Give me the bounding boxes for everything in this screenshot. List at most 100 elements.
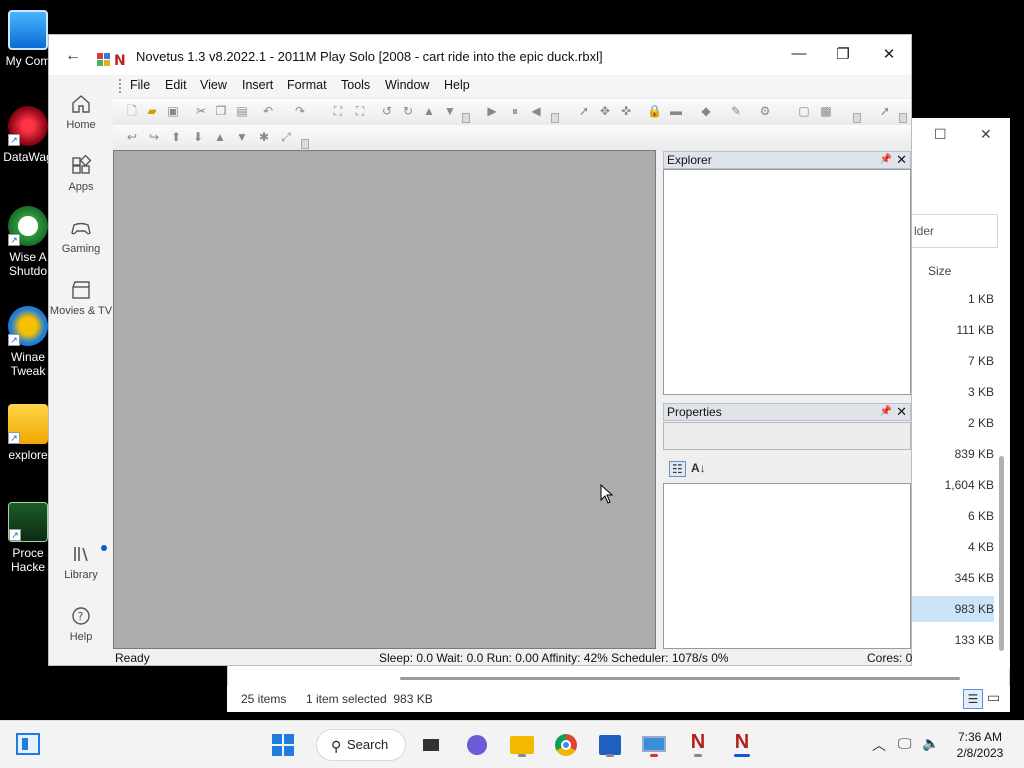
tiles-view-icon[interactable]: ▭ bbox=[987, 689, 1000, 706]
move-up-icon[interactable]: ▲ bbox=[422, 104, 436, 118]
menu-file[interactable]: File bbox=[130, 78, 150, 92]
taskbar-search[interactable]: ⚲ Search bbox=[316, 729, 406, 761]
toolbar-overflow-3[interactable] bbox=[853, 113, 861, 123]
menu-grip[interactable] bbox=[119, 79, 121, 93]
properties-grid[interactable] bbox=[663, 483, 911, 649]
menu-help[interactable]: Help bbox=[444, 78, 470, 92]
novetus-launcher-icon[interactable]: N bbox=[684, 731, 712, 759]
minimize-button[interactable]: — bbox=[789, 45, 809, 62]
camera-right-icon[interactable]: ↪ bbox=[147, 130, 161, 144]
size-cell[interactable]: 983 KB bbox=[912, 596, 994, 622]
anchor-icon[interactable]: ▬ bbox=[669, 104, 683, 118]
menu-window[interactable]: Window bbox=[385, 78, 429, 92]
size-cell[interactable]: 111 KB bbox=[912, 323, 994, 337]
volume-icon[interactable]: 🔈 bbox=[922, 735, 939, 752]
novetus-window[interactable]: ← N Novetus 1.3 v8.2022.1 - 2011M Play S… bbox=[48, 34, 912, 666]
redo-icon[interactable]: ↷ bbox=[293, 104, 307, 118]
pin-icon[interactable]: 📌 bbox=[880, 154, 892, 165]
remote-desktop-icon[interactable] bbox=[640, 731, 668, 759]
explorer-scrollbar[interactable] bbox=[999, 456, 1004, 651]
sort-alpha-icon[interactable]: A↓ bbox=[691, 461, 706, 475]
explorer-search-input[interactable]: lder bbox=[912, 214, 998, 248]
lock-icon[interactable]: 🔒 bbox=[647, 104, 662, 118]
novetus-studio-icon[interactable]: N bbox=[728, 731, 756, 759]
explorer-hscrollbar[interactable] bbox=[400, 677, 960, 680]
explorer-panel-header[interactable]: Explorer 📌 ✕ bbox=[663, 151, 911, 169]
details-view-icon[interactable]: ☰ bbox=[963, 689, 983, 709]
back-arrow-icon[interactable]: ← bbox=[65, 47, 81, 65]
task-view-icon[interactable] bbox=[418, 731, 446, 759]
size-cell[interactable]: 3 KB bbox=[912, 385, 994, 399]
size-cell[interactable]: 133 KB bbox=[912, 633, 994, 647]
zoom-in-icon[interactable]: ▲ bbox=[213, 130, 227, 144]
explorer-tree[interactable] bbox=[663, 169, 911, 395]
dropper-icon[interactable]: ✎ bbox=[729, 104, 743, 118]
store-icon[interactable] bbox=[596, 731, 624, 759]
move-down-icon[interactable]: ▼ bbox=[443, 104, 457, 118]
properties-panel-close-icon[interactable]: ✕ bbox=[896, 404, 907, 420]
menu-tools[interactable]: Tools bbox=[341, 78, 370, 92]
new-file-icon[interactable]: 🗋 bbox=[125, 104, 139, 118]
properties-filter-input[interactable] bbox=[663, 422, 911, 450]
menu-format[interactable]: Format bbox=[287, 78, 327, 92]
play-icon[interactable]: ▶ bbox=[485, 104, 499, 118]
select-icon[interactable]: ➚ bbox=[577, 104, 591, 118]
size-cell[interactable]: 839 KB bbox=[912, 447, 994, 461]
sidebar-item-movies[interactable]: Movies & TV bbox=[49, 279, 113, 317]
step-back-icon[interactable]: ◀ bbox=[529, 104, 543, 118]
sidebar-item-gaming[interactable]: Gaming bbox=[49, 217, 113, 255]
size-cell[interactable]: 7 KB bbox=[912, 354, 994, 368]
explorer-panel-close-icon[interactable]: ✕ bbox=[896, 152, 907, 168]
save-icon[interactable]: ▣ bbox=[166, 104, 180, 118]
sidebar-item-library[interactable]: Library bbox=[49, 543, 113, 581]
paint-icon[interactable]: ◆ bbox=[699, 104, 713, 118]
camera-left-icon[interactable]: ↩ bbox=[125, 130, 139, 144]
size-cell[interactable]: 1 KB bbox=[912, 292, 994, 306]
maximize-button[interactable]: ❐ bbox=[833, 45, 853, 63]
menu-view[interactable]: View bbox=[200, 78, 227, 92]
toolbar-overflow-1[interactable] bbox=[462, 113, 470, 123]
toolbar-overflow-4[interactable] bbox=[899, 113, 907, 123]
sidebar-item-apps[interactable]: Apps bbox=[49, 155, 113, 193]
sidebar-item-help[interactable]: ? Help bbox=[49, 605, 113, 643]
size-cell[interactable]: 1,604 KB bbox=[912, 478, 994, 492]
ungroup-icon[interactable]: ⛶ bbox=[353, 104, 367, 118]
fullscreen-icon[interactable]: ⤢ bbox=[279, 130, 293, 144]
zoom-extents-icon[interactable]: ✱ bbox=[257, 130, 271, 144]
gear-icon[interactable]: ⚙ bbox=[758, 104, 772, 118]
picture-icon[interactable]: ▩ bbox=[819, 104, 833, 118]
pin-icon[interactable]: 📌 bbox=[880, 406, 892, 417]
zoom-out-icon[interactable]: ▼ bbox=[235, 130, 249, 144]
menu-insert[interactable]: Insert bbox=[242, 78, 273, 92]
toolbar-overflow-5[interactable] bbox=[301, 139, 309, 149]
undo-icon[interactable]: ↶ bbox=[261, 104, 275, 118]
categorized-icon[interactable]: ☷ bbox=[669, 461, 686, 477]
pause-icon[interactable]: ⏸ bbox=[508, 104, 522, 118]
explorer-close-icon[interactable]: ✕ bbox=[980, 126, 992, 143]
file-explorer-taskbar-icon[interactable] bbox=[508, 731, 536, 759]
move-icon[interactable]: ✥ bbox=[598, 104, 612, 118]
chat-icon[interactable] bbox=[463, 731, 491, 759]
size-cell[interactable]: 2 KB bbox=[912, 416, 994, 430]
size-cell[interactable]: 6 KB bbox=[912, 509, 994, 523]
resize-icon[interactable]: ✜ bbox=[619, 104, 633, 118]
explorer-maximize-icon[interactable]: ☐ bbox=[934, 126, 947, 143]
frame-icon[interactable]: ▢ bbox=[797, 104, 811, 118]
toolbar-overflow-2[interactable] bbox=[551, 113, 559, 123]
system-clock[interactable]: 7:36 AM 2/8/2023 bbox=[950, 729, 1010, 761]
chrome-icon[interactable] bbox=[552, 731, 580, 759]
properties-panel-header[interactable]: Properties 📌 ✕ bbox=[663, 403, 911, 421]
cut-icon[interactable]: ✂ bbox=[194, 104, 208, 118]
close-button[interactable]: ✕ bbox=[879, 45, 899, 63]
open-folder-icon[interactable]: ▰ bbox=[145, 104, 159, 118]
menu-edit[interactable]: Edit bbox=[165, 78, 187, 92]
tilt-up-icon[interactable]: ⬆ bbox=[169, 130, 183, 144]
title-bar[interactable]: ← N Novetus 1.3 v8.2022.1 - 2011M Play S… bbox=[49, 35, 911, 75]
tilt-down-icon[interactable]: ⬇ bbox=[191, 130, 205, 144]
pointer-icon[interactable]: ➚ bbox=[878, 104, 892, 118]
rotate-left-icon[interactable]: ↺ bbox=[380, 104, 394, 118]
start-button[interactable] bbox=[272, 734, 294, 756]
3d-viewport[interactable] bbox=[113, 150, 656, 649]
copy-icon[interactable]: ❐ bbox=[214, 104, 228, 118]
rotate-right-icon[interactable]: ↻ bbox=[401, 104, 415, 118]
